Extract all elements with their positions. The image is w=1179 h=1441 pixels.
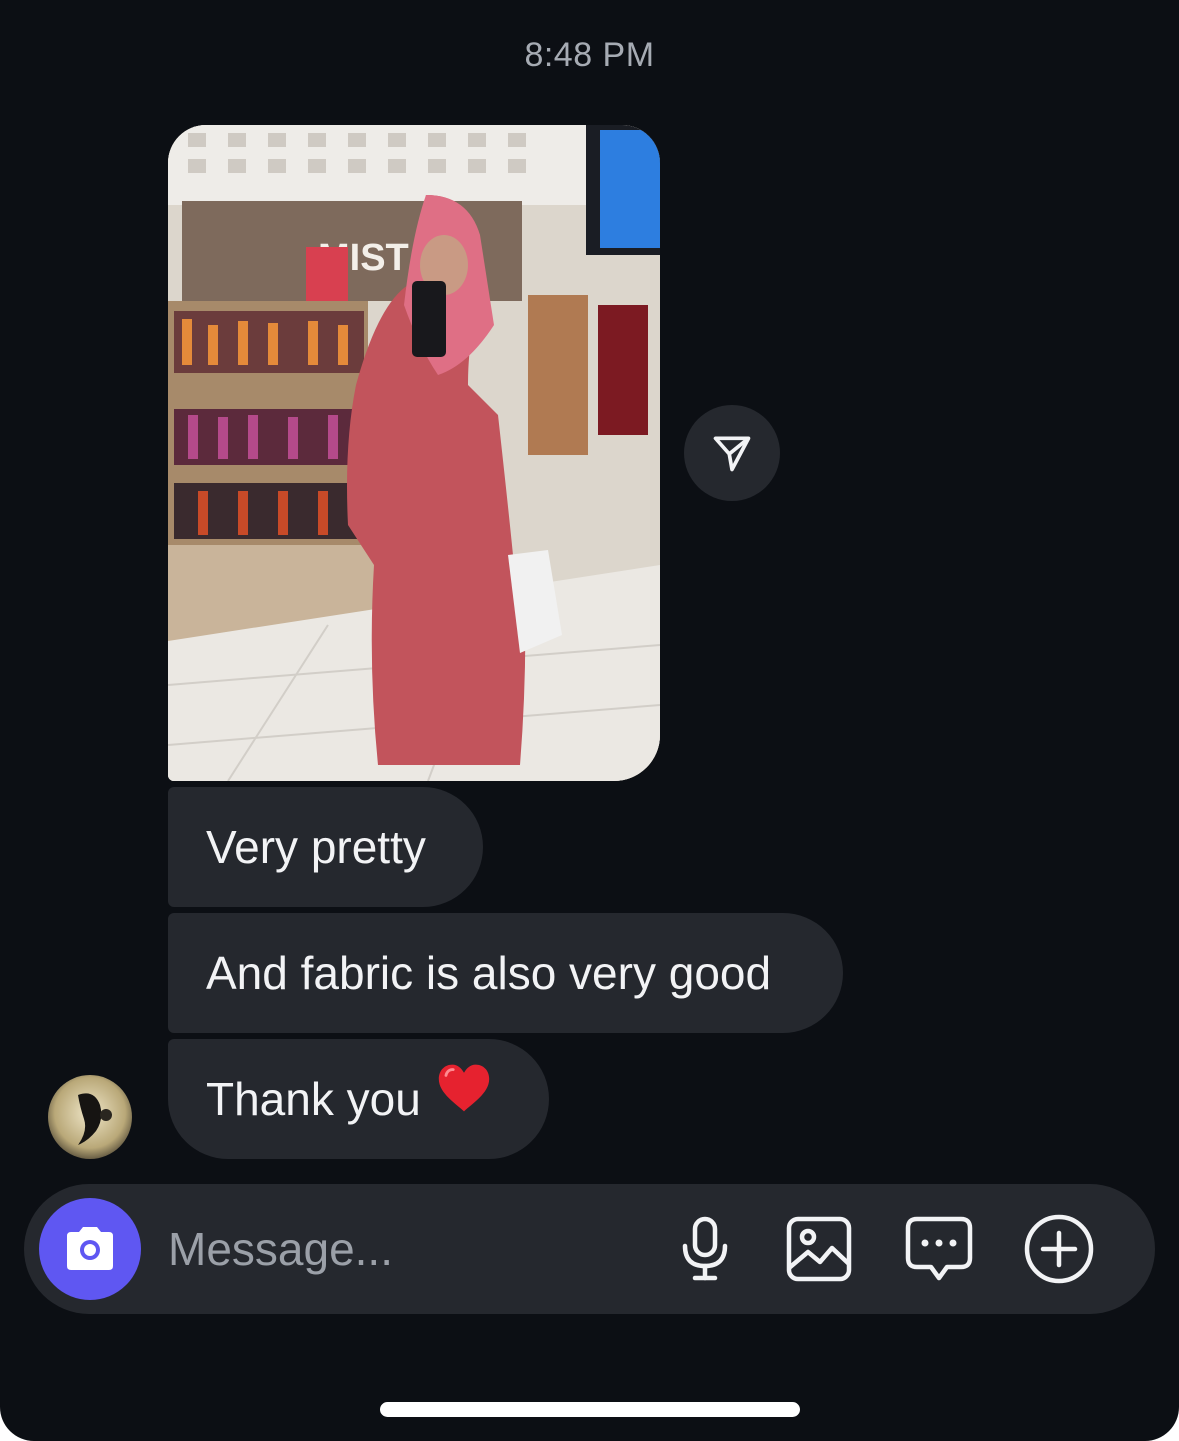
more-options-button[interactable] (1024, 1214, 1094, 1284)
send-icon (713, 436, 751, 472)
gallery-button[interactable] (784, 1214, 854, 1284)
camera-button[interactable] (39, 1198, 141, 1300)
message-input[interactable] (168, 1214, 628, 1284)
microphone-icon (682, 1216, 728, 1281)
message-text: Thank you (206, 1073, 421, 1125)
sticker-chat-icon (905, 1216, 973, 1281)
message-composer (24, 1184, 1155, 1314)
sticker-chat-button[interactable] (904, 1214, 974, 1284)
message-text: Very pretty (206, 821, 426, 873)
microphone-button[interactable] (670, 1214, 740, 1284)
chat-screen: 8:48 PM MIST Very pretty And fabric is a… (0, 0, 1179, 1441)
shared-photo[interactable]: MIST (168, 125, 660, 781)
red-heart-icon (435, 1039, 493, 1159)
avatar[interactable] (48, 1075, 132, 1159)
home-indicator[interactable] (380, 1402, 800, 1417)
message-bubble[interactable]: And fabric is also very good (168, 913, 843, 1033)
message-bubble[interactable]: Thank you (168, 1039, 549, 1159)
share-photo-button[interactable] (684, 405, 780, 501)
message-text: And fabric is also very good (206, 947, 772, 999)
message-timestamp: 8:48 PM (524, 36, 655, 74)
plus-icon (1024, 1214, 1094, 1284)
camera-icon (67, 1227, 113, 1270)
gallery-icon (786, 1216, 852, 1282)
message-bubble[interactable]: Very pretty (168, 787, 483, 907)
